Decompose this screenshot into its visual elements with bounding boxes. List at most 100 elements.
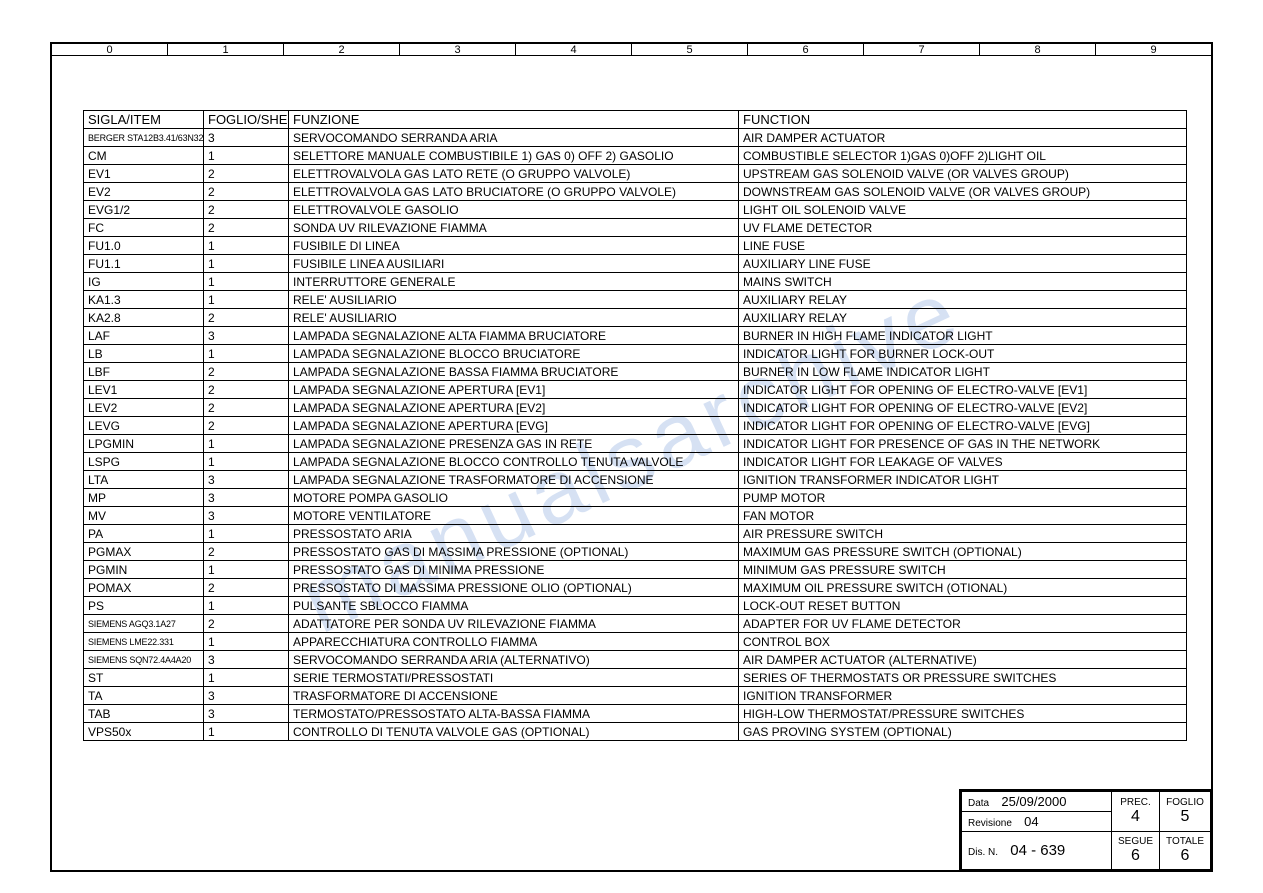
cell-sigla: EVG1/2	[84, 201, 204, 219]
cell-sigla: BERGER STA12B3.41/63N32L	[84, 129, 204, 147]
cell-function: UV FLAME DETECTOR	[739, 219, 1187, 237]
cell-funzione: SERIE TERMOSTATI/PRESSOSTATI	[289, 669, 739, 687]
tb-dis-value: 04 - 639	[1010, 842, 1065, 859]
cell-funzione: LAMPADA SEGNALAZIONE ALTA FIAMMA BRUCIAT…	[289, 327, 739, 345]
cell-funzione: LAMPADA SEGNALAZIONE TRASFORMATORE DI AC…	[289, 471, 739, 489]
col-function: FUNCTION	[739, 111, 1187, 129]
cell-foglio: 2	[204, 183, 289, 201]
tb-rev-label: Revisione	[968, 818, 1012, 829]
cell-funzione: PRESSOSTATO GAS DI MASSIMA PRESSIONE (OP…	[289, 543, 739, 561]
cell-function: FAN MOTOR	[739, 507, 1187, 525]
cell-funzione: SERVOCOMANDO SERRANDA ARIA	[289, 129, 739, 147]
table-row: FU1.11FUSIBILE LINEA AUSILIARIAUXILIARY …	[84, 255, 1187, 273]
cell-sigla: LTA	[84, 471, 204, 489]
cell-funzione: MOTORE POMPA GASOLIO	[289, 489, 739, 507]
cell-sigla: LPGMIN	[84, 435, 204, 453]
cell-foglio: 2	[204, 543, 289, 561]
cell-foglio: 1	[204, 633, 289, 651]
col-foglio: FOGLIO/SHEET	[204, 111, 289, 129]
cell-sigla: CM	[84, 147, 204, 165]
cell-function: MAXIMUM GAS PRESSURE SWITCH (OPTIONAL)	[739, 543, 1187, 561]
cell-function: INDICATOR LIGHT FOR LEAKAGE OF VALVES	[739, 453, 1187, 471]
cell-foglio: 2	[204, 417, 289, 435]
cell-funzione: APPARECCHIATURA CONTROLLO FIAMMA	[289, 633, 739, 651]
table-row: BERGER STA12B3.41/63N32L3SERVOCOMANDO SE…	[84, 129, 1187, 147]
cell-foglio: 3	[204, 687, 289, 705]
cell-foglio: 1	[204, 237, 289, 255]
cell-foglio: 2	[204, 399, 289, 417]
cell-function: COMBUSTIBLE SELECTOR 1)GAS 0)OFF 2)LIGHT…	[739, 147, 1187, 165]
cell-funzione: INTERRUTTORE GENERALE	[289, 273, 739, 291]
cell-foglio: 3	[204, 327, 289, 345]
cell-sigla: LEVG	[84, 417, 204, 435]
cell-sigla: MV	[84, 507, 204, 525]
cell-sigla: PGMIN	[84, 561, 204, 579]
cell-function: IGNITION TRANSFORMER	[739, 687, 1187, 705]
cell-function: MAXIMUM OIL PRESSURE SWITCH (OTIONAL)	[739, 579, 1187, 597]
table-row: LEV22LAMPADA SEGNALAZIONE APERTURA [EV2]…	[84, 399, 1187, 417]
table-row: LBF2LAMPADA SEGNALAZIONE BASSA FIAMMA BR…	[84, 363, 1187, 381]
cell-foglio: 1	[204, 345, 289, 363]
cell-sigla: FU1.1	[84, 255, 204, 273]
cell-sigla: KA1.3	[84, 291, 204, 309]
cell-sigla: KA2.8	[84, 309, 204, 327]
cell-funzione: ELETTROVALVOLE GASOLIO	[289, 201, 739, 219]
cell-sigla: LEV2	[84, 399, 204, 417]
cell-foglio: 2	[204, 309, 289, 327]
cell-foglio: 1	[204, 147, 289, 165]
table-row: EVG1/22ELETTROVALVOLE GASOLIOLIGHT OIL S…	[84, 201, 1187, 219]
cell-function: MINIMUM GAS PRESSURE SWITCH	[739, 561, 1187, 579]
cell-function: IGNITION TRANSFORMER INDICATOR LIGHT	[739, 471, 1187, 489]
drawing-frame: manualsarchive SIGLA/ITEM FOGLIO/SHEET F…	[50, 42, 1213, 872]
table-header-row: SIGLA/ITEM FOGLIO/SHEET FUNZIONE FUNCTIO…	[84, 111, 1187, 129]
cell-sigla: LEV1	[84, 381, 204, 399]
tb-totale-label: TOTALE	[1166, 836, 1204, 847]
table-row: ST1SERIE TERMOSTATI/PRESSOSTATISERIES OF…	[84, 669, 1187, 687]
cell-function: ADAPTER FOR UV FLAME DETECTOR	[739, 615, 1187, 633]
table-row: LSPG1LAMPADA SEGNALAZIONE BLOCCO CONTROL…	[84, 453, 1187, 471]
cell-sigla: FC	[84, 219, 204, 237]
table-row: TA3TRASFORMATORE DI ACCENSIONEIGNITION T…	[84, 687, 1187, 705]
table-row: PS1PULSANTE SBLOCCO FIAMMALOCK-OUT RESET…	[84, 597, 1187, 615]
table-row: MV3MOTORE VENTILATOREFAN MOTOR	[84, 507, 1187, 525]
cell-function: AIR PRESSURE SWITCH	[739, 525, 1187, 543]
cell-function: AUXILIARY RELAY	[739, 309, 1187, 327]
cell-foglio: 1	[204, 723, 289, 741]
tb-prec-value: 4	[1118, 808, 1153, 826]
cell-function: DOWNSTREAM GAS SOLENOID VALVE (OR VALVES…	[739, 183, 1187, 201]
col-sigla: SIGLA/ITEM	[84, 111, 204, 129]
cell-funzione: RELE' AUSILIARIO	[289, 309, 739, 327]
cell-foglio: 1	[204, 273, 289, 291]
cell-foglio: 1	[204, 435, 289, 453]
tb-segue-value: 6	[1118, 847, 1153, 865]
cell-function: INDICATOR LIGHT FOR OPENING OF ELECTRO-V…	[739, 381, 1187, 399]
cell-sigla: LSPG	[84, 453, 204, 471]
cell-foglio: 1	[204, 561, 289, 579]
cell-sigla: MP	[84, 489, 204, 507]
cell-foglio: 3	[204, 489, 289, 507]
cell-function: AIR DAMPER ACTUATOR (ALTERNATIVE)	[739, 651, 1187, 669]
table-row: SIEMENS AGQ3.1A272ADATTATORE PER SONDA U…	[84, 615, 1187, 633]
cell-sigla: PS	[84, 597, 204, 615]
cell-function: LINE FUSE	[739, 237, 1187, 255]
cell-funzione: PRESSOSTATO DI MASSIMA PRESSIONE OLIO (O…	[289, 579, 739, 597]
cell-funzione: TRASFORMATORE DI ACCENSIONE	[289, 687, 739, 705]
cell-funzione: LAMPADA SEGNALAZIONE APERTURA [EV2]	[289, 399, 739, 417]
tb-totale-value: 6	[1166, 847, 1204, 865]
cell-sigla: EV1	[84, 165, 204, 183]
tb-foglio-label: FOGLIO	[1166, 797, 1204, 808]
cell-foglio: 1	[204, 291, 289, 309]
cell-funzione: LAMPADA SEGNALAZIONE BASSA FIAMMA BRUCIA…	[289, 363, 739, 381]
cell-function: AUXILIARY RELAY	[739, 291, 1187, 309]
cell-sigla: VPS50x	[84, 723, 204, 741]
table-row: VPS50x1CONTROLLO DI TENUTA VALVOLE GAS (…	[84, 723, 1187, 741]
title-block: Data 25/09/2000 PREC. 4 FOGLIO 5 Revisio…	[959, 789, 1213, 872]
cell-function: HIGH-LOW THERMOSTAT/PRESSURE SWITCHES	[739, 705, 1187, 723]
cell-foglio: 3	[204, 705, 289, 723]
tb-rev-value: 04	[1024, 814, 1038, 829]
cell-foglio: 1	[204, 525, 289, 543]
table-row: IG1INTERRUTTORE GENERALEMAINS SWITCH	[84, 273, 1187, 291]
tb-data-value: 25/09/2000	[1001, 794, 1066, 809]
cell-function: INDICATOR LIGHT FOR OPENING OF ELECTRO-V…	[739, 399, 1187, 417]
tb-prec-label: PREC.	[1118, 797, 1153, 808]
